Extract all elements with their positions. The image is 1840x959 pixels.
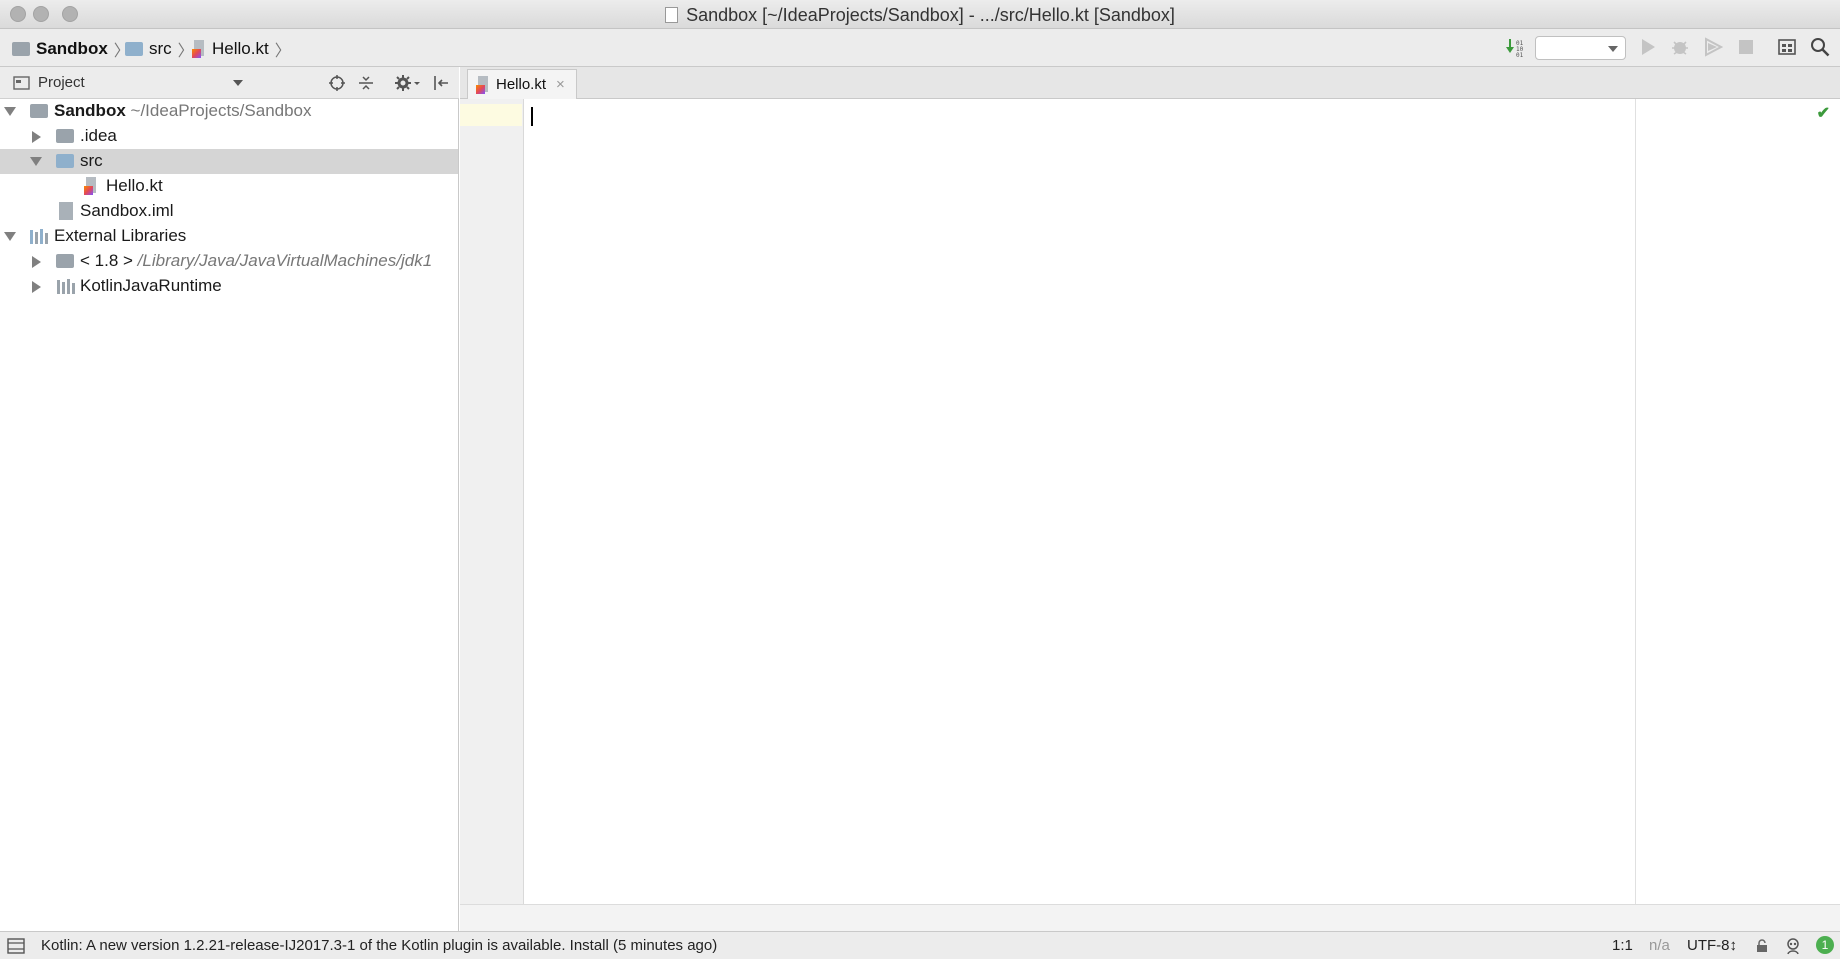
- chevron-right-icon: 〉: [274, 43, 291, 60]
- file-encoding[interactable]: UTF-8↕: [1687, 937, 1737, 954]
- tree-item-jdk[interactable]: < 1.8 > /Library/Java/JavaVirtualMachine…: [0, 249, 458, 274]
- breadcrumb-src[interactable]: src 〉: [125, 37, 194, 61]
- collapse-icon[interactable]: [32, 256, 41, 268]
- collapse-icon[interactable]: [32, 131, 41, 143]
- breadcrumb-project[interactable]: Sandbox 〉: [12, 37, 130, 61]
- module-folder-icon: [30, 104, 48, 118]
- run-configuration-select[interactable]: [1535, 36, 1626, 60]
- tree-item-external-libraries[interactable]: External Libraries: [0, 224, 458, 250]
- run-icon[interactable]: [1637, 36, 1659, 58]
- source-folder-icon: [56, 154, 74, 168]
- kotlin-file-icon: [476, 75, 490, 94]
- project-panel-header: Project: [0, 67, 459, 99]
- project-view-selector[interactable]: Project: [38, 74, 85, 91]
- project-tree: Sandbox ~/IdeaProjects/Sandbox .idea src…: [0, 99, 459, 931]
- notifications-badge[interactable]: 1: [1816, 936, 1834, 954]
- lock-icon[interactable]: [1755, 939, 1769, 957]
- window-title: Sandbox [~/IdeaProjects/Sandbox] - .../s…: [0, 5, 1840, 26]
- search-icon[interactable]: [1809, 36, 1831, 58]
- tool-windows-icon[interactable]: [7, 938, 25, 958]
- inspection-ok-icon[interactable]: ✔: [1817, 103, 1830, 123]
- expand-icon[interactable]: [4, 232, 16, 241]
- right-margin-guide: [1635, 99, 1636, 904]
- jdk-icon: [56, 254, 74, 268]
- chevron-down-icon: [1608, 46, 1618, 52]
- coverage-icon[interactable]: [1702, 36, 1724, 58]
- code-editor[interactable]: ✔: [460, 99, 1840, 904]
- line-gutter[interactable]: [460, 99, 524, 904]
- gear-icon[interactable]: [394, 74, 420, 97]
- chevron-down-icon[interactable]: [233, 80, 243, 86]
- kotlin-file-icon: [84, 177, 98, 195]
- collapse-icon[interactable]: [32, 281, 41, 293]
- tab-hello-kt[interactable]: Hello.kt ×: [467, 69, 577, 99]
- tree-item-idea[interactable]: .idea: [0, 124, 458, 149]
- folder-icon: [125, 42, 143, 56]
- build-icon[interactable]: 01 10 01: [1504, 36, 1526, 58]
- tree-item-hello-kt[interactable]: Hello.kt: [0, 174, 458, 199]
- inspector-icon[interactable]: [1784, 937, 1802, 959]
- debug-icon[interactable]: [1669, 36, 1691, 58]
- breadcrumb-file[interactable]: Hello.kt 〉: [192, 37, 291, 61]
- expand-icon[interactable]: [30, 157, 42, 166]
- locate-file-icon[interactable]: [328, 74, 346, 97]
- title-bar: Sandbox [~/IdeaProjects/Sandbox] - .../s…: [0, 0, 1840, 29]
- editor-horizontal-scrollbar[interactable]: [460, 904, 1840, 931]
- folder-icon: [56, 129, 74, 143]
- hide-panel-icon[interactable]: [432, 74, 450, 97]
- status-message[interactable]: Kotlin: A new version 1.2.21-release-IJ2…: [41, 937, 717, 954]
- expand-icon[interactable]: [4, 107, 16, 116]
- svg-text:01: 01: [1516, 52, 1524, 57]
- library-icon: [56, 278, 76, 300]
- text-caret: [531, 107, 533, 126]
- editor-tab-bar: Hello.kt ×: [460, 67, 1840, 99]
- status-bar: Kotlin: A new version 1.2.21-release-IJ2…: [0, 931, 1840, 959]
- close-icon[interactable]: ×: [556, 76, 565, 93]
- caret-position[interactable]: 1:1: [1612, 937, 1633, 954]
- current-line-highlight: [460, 104, 522, 126]
- library-icon: [29, 228, 49, 250]
- kotlin-file-icon: [192, 40, 206, 58]
- stop-icon[interactable]: [1735, 36, 1757, 58]
- tree-item-sandbox-iml[interactable]: Sandbox.iml: [0, 199, 458, 224]
- document-icon: [665, 7, 679, 23]
- collapse-all-icon[interactable]: [357, 74, 375, 97]
- tree-item-sandbox[interactable]: Sandbox ~/IdeaProjects/Sandbox: [0, 99, 458, 124]
- tree-item-src[interactable]: src: [0, 149, 458, 174]
- project-folder-icon: [12, 42, 30, 56]
- line-separator-indicator[interactable]: n/a: [1649, 937, 1670, 954]
- project-structure-icon[interactable]: [1776, 36, 1798, 58]
- project-view-icon: [13, 76, 30, 95]
- module-file-icon: [59, 202, 73, 220]
- tree-item-kotlin-runtime[interactable]: KotlinJavaRuntime: [0, 274, 458, 300]
